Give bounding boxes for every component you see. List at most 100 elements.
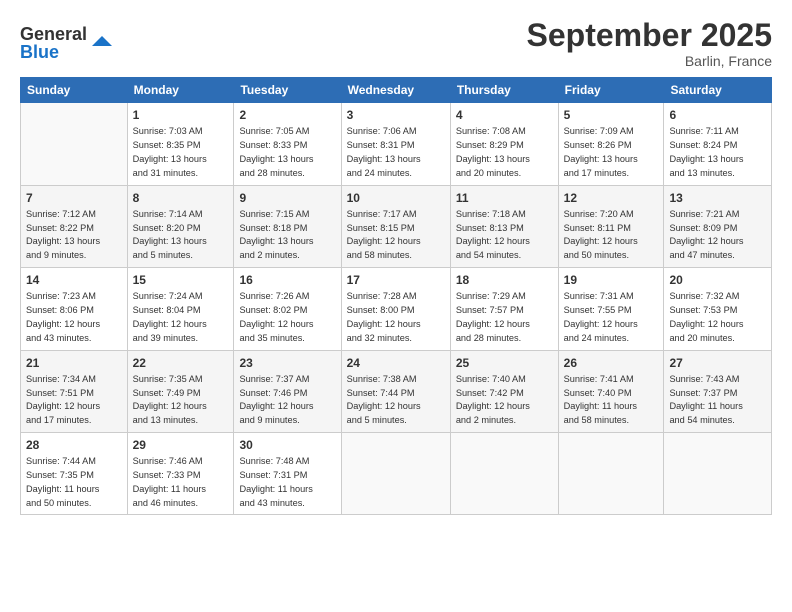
day-number: 2 <box>239 107 335 123</box>
day-number: 11 <box>456 190 553 206</box>
day-number: 8 <box>133 190 229 206</box>
day-number: 9 <box>239 190 335 206</box>
calendar-cell: 3Sunrise: 7:06 AM Sunset: 8:31 PM Daylig… <box>341 103 450 185</box>
calendar-cell: 6 Sunrise: 7:11 AM Sunset: 8:24 PM Daylig… <box>664 103 772 185</box>
day-number: 5 <box>564 107 659 123</box>
day-number: 25 <box>456 355 553 371</box>
day-number: 4 <box>456 107 553 123</box>
day-info: Sunrise: 7:17 AM Sunset: 8:15 PM Dayligh… <box>347 209 421 260</box>
day-number: 18 <box>456 272 553 288</box>
day-info: Sunrise: 7:11 AM Sunset: 8:24 PM Dayligh… <box>669 126 743 177</box>
calendar-header-cell: Tuesday <box>234 78 341 103</box>
day-info: Sunrise: 7:09 AM Sunset: 8:26 PM Dayligh… <box>564 126 638 177</box>
day-info: Sunrise: 7:26 AM Sunset: 8:02 PM Dayligh… <box>239 291 313 342</box>
calendar-cell: 1Sunrise: 7:03 AM Sunset: 8:35 PM Daylig… <box>127 103 234 185</box>
day-number: 27 <box>669 355 766 371</box>
calendar-cell: 22Sunrise: 7:35 AM Sunset: 7:49 PM Dayli… <box>127 350 234 432</box>
calendar-week-row: 1Sunrise: 7:03 AM Sunset: 8:35 PM Daylig… <box>21 103 772 185</box>
calendar-cell: 8 Sunrise: 7:14 AM Sunset: 8:20 PM Daylig… <box>127 185 234 267</box>
day-info: Sunrise: 7:32 AM Sunset: 7:53 PM Dayligh… <box>669 291 743 342</box>
svg-text:General: General <box>20 24 87 44</box>
day-number: 24 <box>347 355 445 371</box>
calendar-week-row: 14Sunrise: 7:23 AM Sunset: 8:06 PM Dayli… <box>21 268 772 350</box>
calendar-cell <box>21 103 128 185</box>
day-number: 1 <box>133 107 229 123</box>
calendar-cell <box>664 432 772 514</box>
day-number: 10 <box>347 190 445 206</box>
day-number: 7 <box>26 190 122 206</box>
page: General Blue September 2025 Barlin, Fran… <box>0 0 792 612</box>
calendar-cell: 17Sunrise: 7:28 AM Sunset: 8:00 PM Dayli… <box>341 268 450 350</box>
day-info: Sunrise: 7:29 AM Sunset: 7:57 PM Dayligh… <box>456 291 530 342</box>
day-info: Sunrise: 7:40 AM Sunset: 7:42 PM Dayligh… <box>456 374 530 425</box>
title-block: September 2025 Barlin, France <box>527 18 772 69</box>
day-info: Sunrise: 7:08 AM Sunset: 8:29 PM Dayligh… <box>456 126 530 177</box>
calendar-cell: 7 Sunrise: 7:12 AM Sunset: 8:22 PM Daylig… <box>21 185 128 267</box>
day-number: 29 <box>133 437 229 453</box>
calendar-week-row: 28 Sunrise: 7:44 AM Sunset: 7:35 PM Dayli… <box>21 432 772 514</box>
calendar-cell: 21Sunrise: 7:34 AM Sunset: 7:51 PM Dayli… <box>21 350 128 432</box>
day-info: Sunrise: 7:28 AM Sunset: 8:00 PM Dayligh… <box>347 291 421 342</box>
day-info: Sunrise: 7:41 AM Sunset: 7:40 PM Dayligh… <box>564 374 637 425</box>
calendar-cell: 9 Sunrise: 7:15 AM Sunset: 8:18 PM Daylig… <box>234 185 341 267</box>
calendar-cell: 12 Sunrise: 7:20 AM Sunset: 8:11 PM Dayli… <box>558 185 664 267</box>
logo-text: General Blue <box>20 18 115 68</box>
day-number: 23 <box>239 355 335 371</box>
day-info: Sunrise: 7:15 AM Sunset: 8:18 PM Dayligh… <box>239 209 313 260</box>
day-info: Sunrise: 7:44 AM Sunset: 7:35 PM Dayligh… <box>26 456 99 507</box>
day-number: 28 <box>26 437 122 453</box>
location: Barlin, France <box>527 53 772 69</box>
day-number: 30 <box>239 437 335 453</box>
calendar-cell: 29 Sunrise: 7:46 AM Sunset: 7:33 PM Dayli… <box>127 432 234 514</box>
day-info: Sunrise: 7:37 AM Sunset: 7:46 PM Dayligh… <box>239 374 313 425</box>
day-info: Sunrise: 7:20 AM Sunset: 8:11 PM Dayligh… <box>564 209 638 260</box>
calendar-cell: 19Sunrise: 7:31 AM Sunset: 7:55 PM Dayli… <box>558 268 664 350</box>
calendar-cell: 2Sunrise: 7:05 AM Sunset: 8:33 PM Daylig… <box>234 103 341 185</box>
day-info: Sunrise: 7:18 AM Sunset: 8:13 PM Dayligh… <box>456 209 530 260</box>
calendar-cell: 14Sunrise: 7:23 AM Sunset: 8:06 PM Dayli… <box>21 268 128 350</box>
calendar-cell: 13Sunrise: 7:21 AM Sunset: 8:09 PM Dayli… <box>664 185 772 267</box>
calendar-cell <box>450 432 558 514</box>
calendar-cell: 23 Sunrise: 7:37 AM Sunset: 7:46 PM Dayli… <box>234 350 341 432</box>
day-number: 6 <box>669 107 766 123</box>
calendar-cell: 18 Sunrise: 7:29 AM Sunset: 7:57 PM Dayli… <box>450 268 558 350</box>
day-number: 12 <box>564 190 659 206</box>
svg-text:Blue: Blue <box>20 42 59 62</box>
calendar-cell: 11 Sunrise: 7:18 AM Sunset: 8:13 PM Dayli… <box>450 185 558 267</box>
day-info: Sunrise: 7:48 AM Sunset: 7:31 PM Dayligh… <box>239 456 312 507</box>
header: General Blue September 2025 Barlin, Fran… <box>20 18 772 69</box>
day-number: 19 <box>564 272 659 288</box>
day-info: Sunrise: 7:12 AM Sunset: 8:22 PM Dayligh… <box>26 209 100 260</box>
calendar-cell: 26 Sunrise: 7:41 AM Sunset: 7:40 PM Dayli… <box>558 350 664 432</box>
day-number: 26 <box>564 355 659 371</box>
calendar-header-cell: Wednesday <box>341 78 450 103</box>
day-info: Sunrise: 7:21 AM Sunset: 8:09 PM Dayligh… <box>669 209 743 260</box>
day-number: 15 <box>133 272 229 288</box>
calendar-cell: 10 Sunrise: 7:17 AM Sunset: 8:15 PM Dayli… <box>341 185 450 267</box>
calendar-header-cell: Thursday <box>450 78 558 103</box>
calendar-cell: 25 Sunrise: 7:40 AM Sunset: 7:42 PM Dayli… <box>450 350 558 432</box>
day-number: 16 <box>239 272 335 288</box>
logo: General Blue <box>20 18 115 68</box>
day-number: 20 <box>669 272 766 288</box>
day-number: 14 <box>26 272 122 288</box>
calendar-week-row: 21Sunrise: 7:34 AM Sunset: 7:51 PM Dayli… <box>21 350 772 432</box>
calendar-cell: 24Sunrise: 7:38 AM Sunset: 7:44 PM Dayli… <box>341 350 450 432</box>
calendar-header-cell: Saturday <box>664 78 772 103</box>
day-info: Sunrise: 7:24 AM Sunset: 8:04 PM Dayligh… <box>133 291 207 342</box>
calendar-cell: 16 Sunrise: 7:26 AM Sunset: 8:02 PM Dayli… <box>234 268 341 350</box>
day-info: Sunrise: 7:34 AM Sunset: 7:51 PM Dayligh… <box>26 374 100 425</box>
day-info: Sunrise: 7:14 AM Sunset: 8:20 PM Dayligh… <box>133 209 207 260</box>
day-info: Sunrise: 7:43 AM Sunset: 7:37 PM Dayligh… <box>669 374 742 425</box>
calendar-cell: 4 Sunrise: 7:08 AM Sunset: 8:29 PM Daylig… <box>450 103 558 185</box>
calendar-header-row: SundayMondayTuesdayWednesdayThursdayFrid… <box>21 78 772 103</box>
calendar-cell: 15 Sunrise: 7:24 AM Sunset: 8:04 PM Dayli… <box>127 268 234 350</box>
day-info: Sunrise: 7:06 AM Sunset: 8:31 PM Dayligh… <box>347 126 421 177</box>
calendar-cell: 20 Sunrise: 7:32 AM Sunset: 7:53 PM Dayli… <box>664 268 772 350</box>
calendar-cell: 30 Sunrise: 7:48 AM Sunset: 7:31 PM Dayli… <box>234 432 341 514</box>
calendar-cell: 27 Sunrise: 7:43 AM Sunset: 7:37 PM Dayli… <box>664 350 772 432</box>
calendar-table: SundayMondayTuesdayWednesdayThursdayFrid… <box>20 77 772 515</box>
calendar-cell: 28 Sunrise: 7:44 AM Sunset: 7:35 PM Dayli… <box>21 432 128 514</box>
day-info: Sunrise: 7:46 AM Sunset: 7:33 PM Dayligh… <box>133 456 206 507</box>
calendar-body: 1Sunrise: 7:03 AM Sunset: 8:35 PM Daylig… <box>21 103 772 515</box>
